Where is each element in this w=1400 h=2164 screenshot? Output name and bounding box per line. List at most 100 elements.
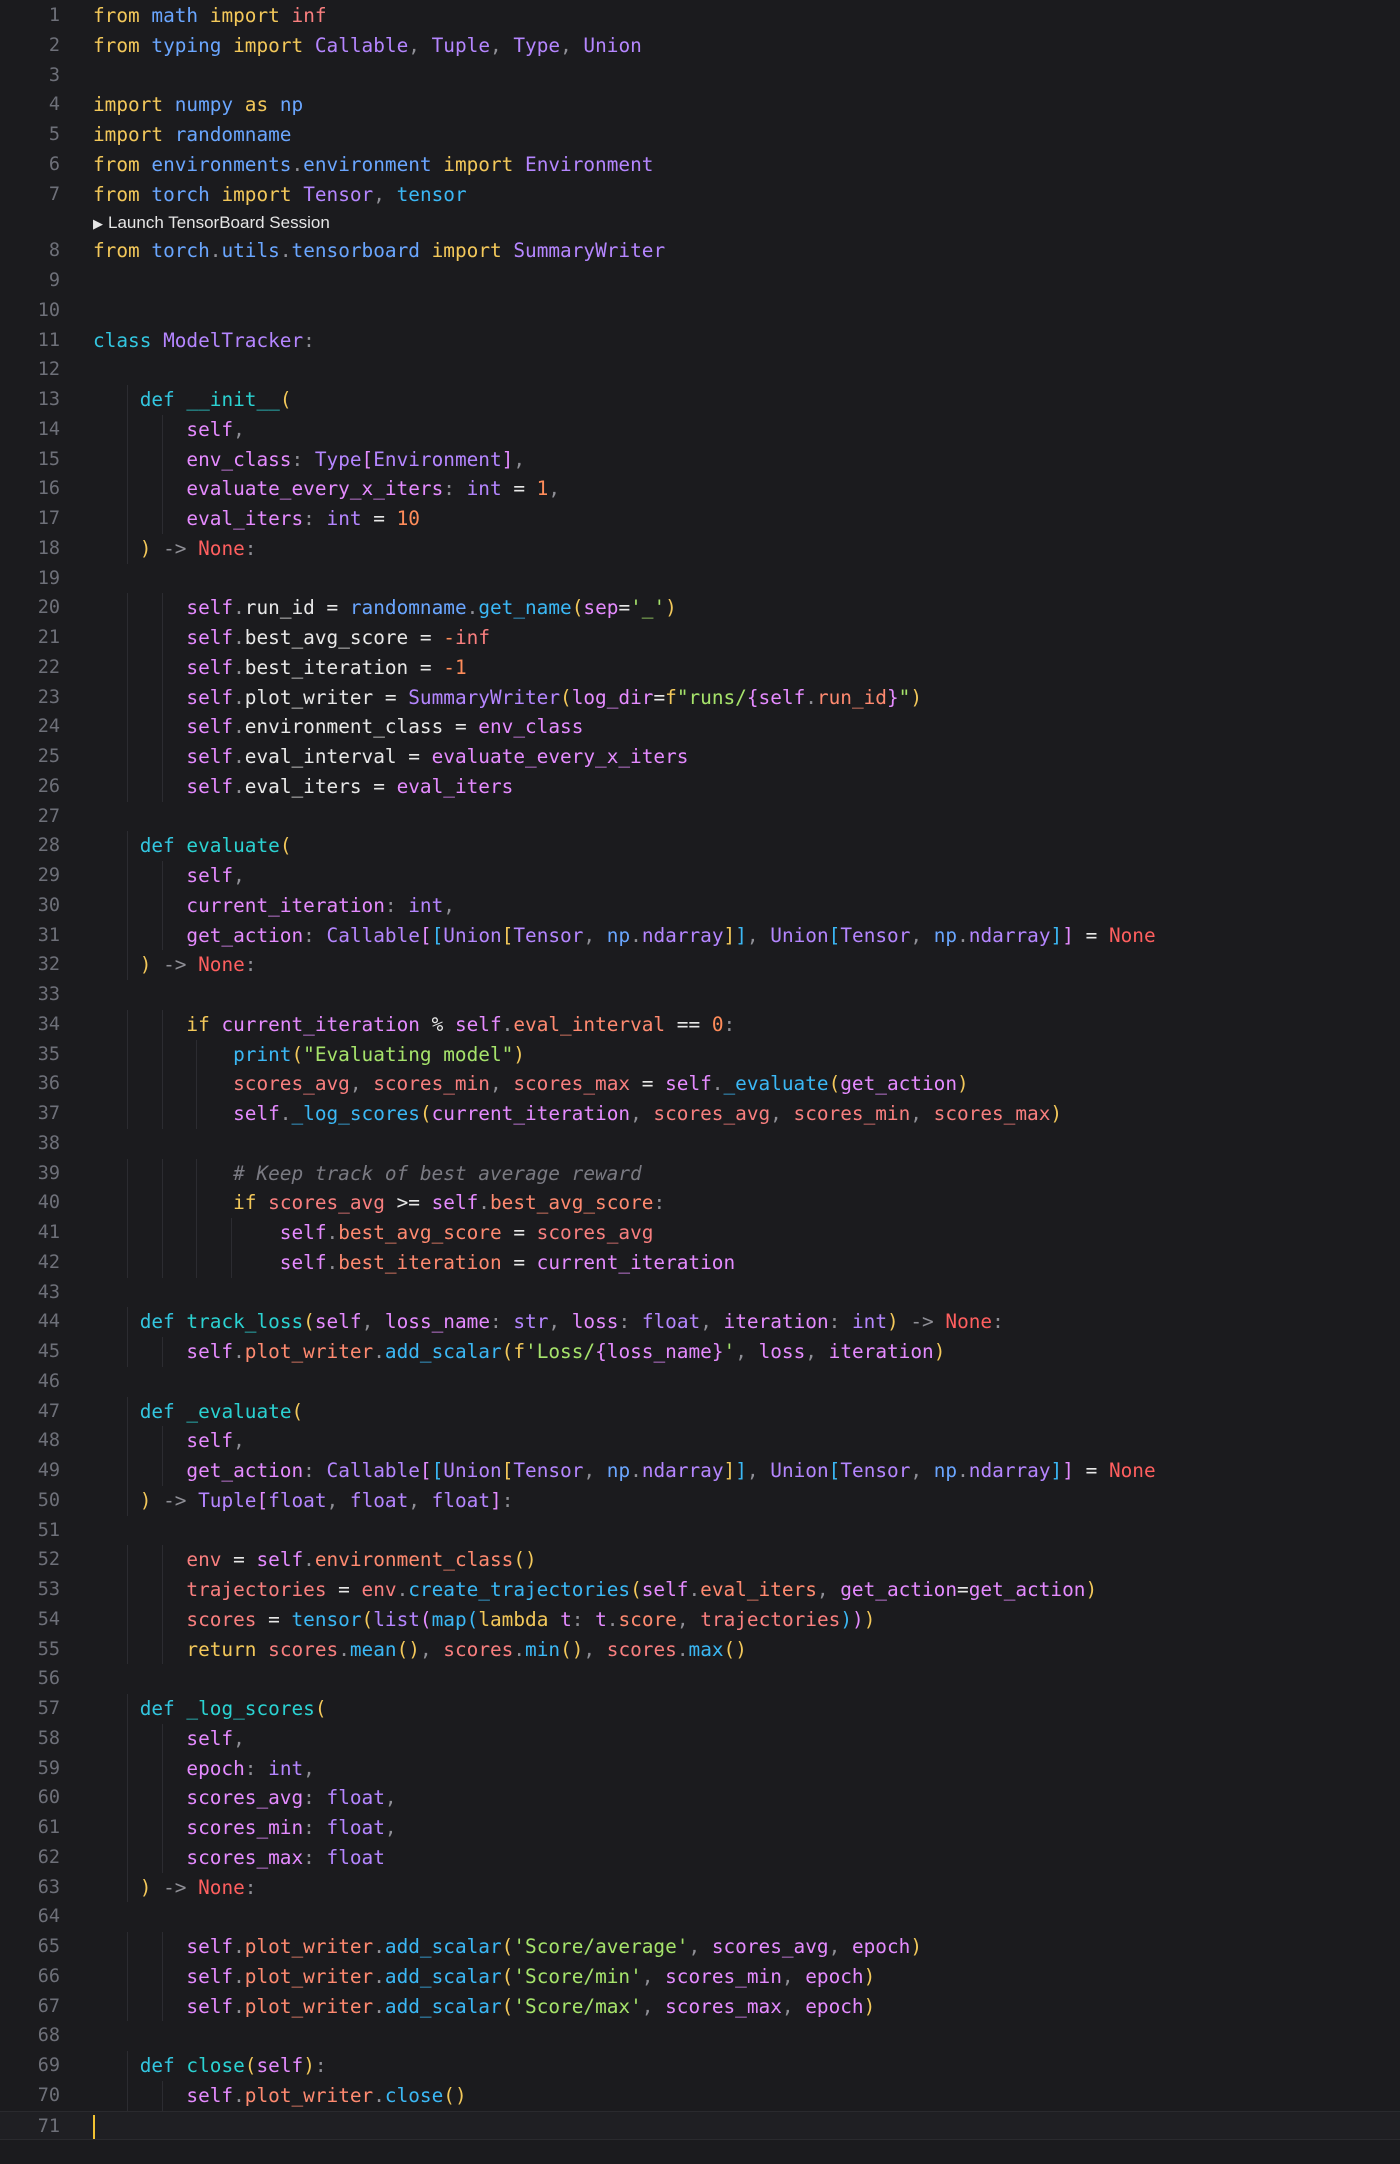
code-line[interactable]: 57 def _log_scores( bbox=[0, 1694, 1400, 1724]
code-token: eval_interval bbox=[513, 1012, 666, 1036]
code-line[interactable]: 45 self.plot_writer.add_scalar(f'Loss/{l… bbox=[0, 1337, 1400, 1367]
code-line[interactable]: 65 self.plot_writer.add_scalar('Score/av… bbox=[0, 1932, 1400, 1962]
code-line[interactable]: 18 ) -> None: bbox=[0, 533, 1400, 564]
code-line[interactable]: 20 self.run_id = randomname.get_name(sep… bbox=[0, 593, 1400, 623]
code-token: Environment bbox=[525, 152, 654, 176]
code-line[interactable]: 71 bbox=[0, 2110, 1400, 2141]
code-line[interactable]: 15 env_class: Type[Environment], bbox=[0, 444, 1400, 475]
code-line[interactable]: 10 bbox=[0, 296, 1400, 326]
code-token: tensor bbox=[291, 1607, 362, 1631]
code-line[interactable]: 8 from torch.utils.tensorboard import Sum… bbox=[0, 236, 1400, 266]
code-editor[interactable]: 1 from math import inf 2 from typing import… bbox=[0, 0, 1400, 2164]
code-line[interactable]: 13 def __init__( bbox=[0, 385, 1400, 415]
code-line[interactable]: 23 self.plot_writer = SummaryWriter(log_… bbox=[0, 682, 1400, 713]
code-line[interactable]: 66 self.plot_writer.add_scalar('Score/mi… bbox=[0, 1961, 1400, 1992]
code-line[interactable]: 50 ) -> Tuple[float, float, float]: bbox=[0, 1485, 1400, 1516]
code-line[interactable]: 19 bbox=[0, 564, 1400, 594]
code-line[interactable]: 11 class ModelTracker: bbox=[0, 326, 1400, 356]
code-line[interactable]: 30 current_iteration: int, bbox=[0, 890, 1400, 921]
code-line[interactable]: 38 bbox=[0, 1129, 1400, 1159]
code-line[interactable]: 58 self, bbox=[0, 1723, 1400, 1754]
code-line[interactable]: 12 bbox=[0, 355, 1400, 385]
code-token: , bbox=[408, 33, 432, 57]
code-line[interactable]: 29 self, bbox=[0, 861, 1400, 891]
code-line[interactable]: 48 self, bbox=[0, 1426, 1400, 1456]
codelens-label: Launch TensorBoard Session bbox=[108, 213, 330, 233]
code-line[interactable]: 59 epoch: int, bbox=[0, 1753, 1400, 1784]
code-line[interactable]: 69 def close(self): bbox=[0, 2051, 1400, 2081]
code-line[interactable]: 16 evaluate_every_x_iters: int = 1, bbox=[0, 474, 1400, 504]
code-line[interactable]: 64 bbox=[0, 1902, 1400, 1932]
code-line[interactable]: 51 bbox=[0, 1516, 1400, 1546]
code-line[interactable]: 53 trajectories = env.create_trajectorie… bbox=[0, 1575, 1400, 1605]
code-line[interactable]: 70 self.plot_writer.close() bbox=[0, 2080, 1400, 2111]
code-line[interactable]: 67 self.plot_writer.add_scalar('Score/ma… bbox=[0, 1991, 1400, 2022]
code-line[interactable]: 31 get_action: Callable[[Union[Tensor, n… bbox=[0, 920, 1400, 951]
code-token: , bbox=[548, 1310, 572, 1334]
code-line[interactable]: 42 self.best_iteration = current_iterati… bbox=[0, 1247, 1400, 1278]
code-line[interactable]: 34 if current_iteration % self.eval_inte… bbox=[0, 1009, 1400, 1040]
code-token: import bbox=[93, 123, 164, 146]
code-token: epoch bbox=[186, 1756, 245, 1780]
code-line[interactable]: 55 return scores.mean(), scores.min(), s… bbox=[0, 1634, 1400, 1665]
code-line[interactable]: 27 bbox=[0, 802, 1400, 832]
code-token: . bbox=[373, 1935, 385, 1958]
code-line[interactable]: 43 bbox=[0, 1278, 1400, 1308]
code-line[interactable]: 37 self._log_scores(current_iteration, s… bbox=[0, 1099, 1400, 1129]
indent-guide bbox=[127, 742, 128, 772]
code-token: self bbox=[186, 715, 234, 739]
code-line[interactable]: 61 scores_min: float, bbox=[0, 1813, 1400, 1843]
code-line[interactable]: 4 import numpy as np bbox=[0, 90, 1400, 120]
code-token: == bbox=[665, 1012, 712, 1036]
code-line[interactable]: 35 print("Evaluating model") bbox=[0, 1039, 1400, 1070]
code-line[interactable]: 54 scores = tensor(list(map(lambda t: t.… bbox=[0, 1604, 1400, 1635]
code-line[interactable]: 14 self, bbox=[0, 414, 1400, 445]
code-line[interactable]: 2 from typing import Callable, Tuple, Typ… bbox=[0, 31, 1400, 61]
code-line[interactable]: 25 self.eval_interval = evaluate_every_x… bbox=[0, 742, 1400, 772]
code-line[interactable]: 33 bbox=[0, 980, 1400, 1010]
code-token: . bbox=[233, 1964, 245, 1988]
code-line[interactable]: 41 self.best_avg_score = scores_avg bbox=[0, 1218, 1400, 1248]
indent-guide bbox=[127, 1694, 128, 1724]
code-line[interactable]: 49 get_action: Callable[[Union[Tensor, n… bbox=[0, 1456, 1400, 1486]
code-line[interactable]: 7 from torch import Tensor, tensor bbox=[0, 180, 1400, 210]
code-line[interactable]: 17 eval_iters: int = 10 bbox=[0, 504, 1400, 534]
code-token: ] bbox=[1050, 923, 1063, 947]
code-token: self bbox=[186, 1935, 234, 1958]
code-line[interactable]: 44 def track_loss(self, loss_name: str, … bbox=[0, 1307, 1400, 1337]
code-token: as bbox=[244, 93, 269, 117]
code-line[interactable]: 9 bbox=[0, 266, 1400, 296]
code-line[interactable]: 22 self.best_iteration = -1 bbox=[0, 652, 1400, 683]
code-line[interactable]: 47 def _evaluate( bbox=[0, 1396, 1400, 1427]
code-line[interactable]: 36 scores_avg, scores_min, scores_max = … bbox=[0, 1069, 1400, 1099]
code-line[interactable]: 40 if scores_avg >= self.best_avg_score: bbox=[0, 1188, 1400, 1218]
code-line[interactable]: 28 def evaluate( bbox=[0, 831, 1400, 861]
code-token: . bbox=[233, 2083, 245, 2107]
code-line[interactable]: 46 bbox=[0, 1367, 1400, 1397]
code-token: ) bbox=[910, 685, 923, 709]
code-token: self bbox=[186, 745, 234, 768]
code-line[interactable]: 32 ) -> None: bbox=[0, 950, 1400, 980]
code-line[interactable]: 1 from math import inf bbox=[0, 1, 1400, 31]
code-line[interactable]: 60 scores_avg: float, bbox=[0, 1783, 1400, 1813]
code-line[interactable]: 62 scores_max: float bbox=[0, 1842, 1400, 1873]
code-line[interactable]: 56 bbox=[0, 1664, 1400, 1694]
indent-guide bbox=[127, 1069, 128, 1099]
launch-tensorboard-codelens[interactable]: ▶ Launch TensorBoard Session bbox=[0, 209, 1400, 236]
code-token: . bbox=[630, 923, 642, 947]
code-line[interactable]: 21 self.best_avg_score = -inf bbox=[0, 623, 1400, 653]
code-line[interactable]: 6 from environments.environment import En… bbox=[0, 150, 1400, 180]
code-line[interactable]: 68 bbox=[0, 2021, 1400, 2051]
code-line[interactable]: 39 # Keep track of best average reward bbox=[0, 1158, 1400, 1189]
line-number: 49 bbox=[37, 1460, 60, 1481]
code-token: . bbox=[676, 1637, 689, 1661]
code-line[interactable]: 52 env = self.environment_class() bbox=[0, 1545, 1400, 1575]
code-line[interactable]: 5 import randomname bbox=[0, 120, 1400, 150]
code-line[interactable]: 24 self.environment_class = env_class bbox=[0, 712, 1400, 742]
code-line[interactable]: 3 bbox=[0, 61, 1400, 91]
code-line[interactable]: 63 ) -> None: bbox=[0, 1872, 1400, 1903]
code-line[interactable]: 26 self.eval_iters = eval_iters bbox=[0, 771, 1400, 802]
